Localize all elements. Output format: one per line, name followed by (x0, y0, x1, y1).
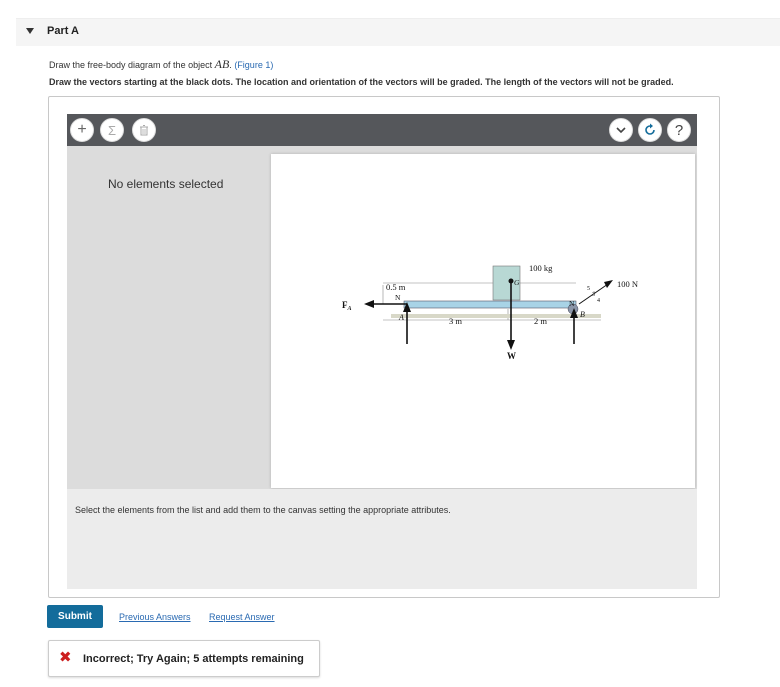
beam-ab (403, 300, 577, 309)
help-icon[interactable]: ? (667, 118, 691, 142)
previous-answers-link[interactable]: Previous Answers (119, 612, 191, 622)
chevron-down-icon[interactable] (609, 118, 633, 142)
feedback-box: ✖ Incorrect; Try Again; 5 attempts remai… (48, 640, 320, 677)
weight-arrowhead (507, 340, 515, 350)
feedback-text: Incorrect; Try Again; 5 attempts remaini… (83, 653, 304, 665)
nb-label: N (569, 299, 575, 308)
point-a-label: A (398, 313, 404, 322)
slope-3-label: 3 (592, 292, 595, 298)
instruction-line-2: Draw the vectors starting at the black d… (49, 77, 674, 87)
trash-icon[interactable] (132, 118, 156, 142)
no-selection-text: No elements selected (108, 177, 224, 191)
trash-glyph (140, 125, 148, 136)
part-title: Part A (47, 25, 79, 37)
instruction-text: Draw the free-body diagram of the object (49, 60, 213, 70)
dim-right-label: 2 m (534, 316, 547, 326)
force-label: 100 N (617, 279, 638, 289)
figure-card: 100 kg 100 N 0.5 m 3 m 2 m G A B FA W N … (271, 154, 695, 488)
error-x-icon: ✖ (59, 649, 72, 666)
instruction-period: . (229, 60, 232, 70)
mass-label: 100 kg (529, 263, 553, 273)
sigma-icon[interactable]: Σ (100, 118, 124, 142)
object-name: AB (214, 57, 230, 71)
submit-button[interactable]: Submit (47, 605, 103, 628)
applied-force-arrowhead (604, 280, 613, 288)
point-g-label: G (514, 278, 520, 287)
na-label: N (395, 293, 401, 302)
collapse-caret-icon[interactable] (26, 28, 34, 34)
request-answer-link[interactable]: Request Answer (209, 612, 275, 622)
plus-icon[interactable]: + (70, 118, 94, 142)
weight-label: W (507, 351, 516, 361)
ground-strip (391, 314, 601, 318)
fa-label: FA (342, 300, 352, 312)
dim-half-label: 0.5 m (386, 282, 406, 292)
element-list-panel: Select the elements from the list and ad… (67, 489, 697, 589)
reset-icon[interactable] (638, 118, 662, 142)
slope-4-label: 4 (597, 298, 600, 304)
instruction-line-1: Draw the free-body diagram of the object… (49, 57, 273, 72)
toolbar-left-group: + Σ (70, 118, 156, 142)
figure-link[interactable]: (Figure 1) (234, 60, 273, 70)
free-body-figure: 100 kg 100 N 0.5 m 3 m 2 m G A B FA W N … (342, 263, 638, 361)
element-list-hint: Select the elements from the list and ad… (75, 505, 451, 515)
part-header[interactable]: Part A (16, 18, 780, 46)
point-b-label: B (580, 310, 585, 319)
element-attributes-panel: No elements selected (67, 146, 267, 489)
drawing-canvas[interactable]: 100 kg 100 N 0.5 m 3 m 2 m G A B FA W N … (267, 146, 697, 489)
slope-5-label: 5 (587, 286, 590, 292)
dim-left-label: 3 m (449, 316, 462, 326)
drawing-toolbar: + Σ ? (67, 114, 697, 146)
fa-arrowhead (364, 300, 374, 308)
